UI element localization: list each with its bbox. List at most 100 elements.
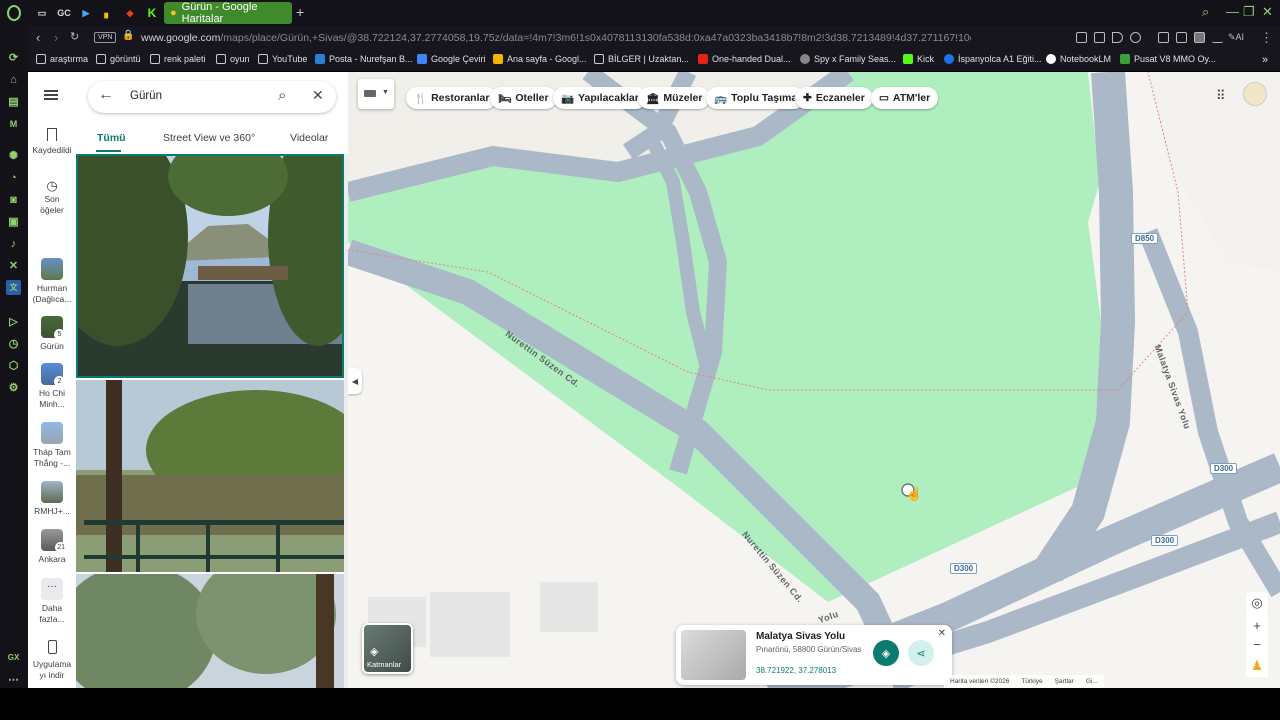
bookmark-item[interactable]: İspanyolca A1 Eğiti... — [944, 54, 1042, 64]
photo-thumbnail[interactable] — [76, 574, 344, 688]
ai-button[interactable]: ✎AI — [1228, 32, 1244, 43]
speed-dial-icon[interactable]: ⟳ — [6, 50, 21, 65]
chip-things-to-do[interactable]: 📷 Yapılacaklar — [553, 87, 647, 109]
menu-icon[interactable]: ⋮ — [1260, 30, 1273, 46]
gx-label[interactable]: GX — [6, 650, 21, 665]
search-icon[interactable]: ⌕ — [1202, 4, 1209, 20]
bookmark-item[interactable]: Ana sayfa - Googl... — [493, 54, 587, 64]
bookmark-item[interactable]: Google Çeviri — [417, 54, 486, 64]
tiktok-icon[interactable]: ♪ — [6, 236, 21, 251]
close-icon[interactable]: ✕ — [312, 87, 324, 104]
attribution-privacy[interactable]: Gi... — [1086, 678, 1098, 685]
opera-logo-icon[interactable] — [7, 5, 21, 21]
zoom-out-button[interactable]: − — [1246, 633, 1268, 655]
bookmark-item[interactable]: BİLGER | Uzaktan... — [594, 54, 689, 64]
url-field[interactable]: www.google.com/maps/place/Gürün,+Sivas/@… — [141, 32, 971, 44]
chip-atms[interactable]: ▭ ATM'ler — [871, 87, 939, 109]
discord-icon[interactable]: ◙ — [6, 192, 21, 207]
bookmark-item[interactable]: Kick — [903, 54, 934, 64]
play-store-icon[interactable]: ▶ — [78, 5, 94, 21]
chip-transit[interactable]: 🚌 Toplu Taşıma — [706, 87, 806, 109]
maximize-button[interactable]: ❐ — [1243, 4, 1255, 20]
player-toolbar-icon[interactable] — [1112, 32, 1123, 43]
extensions-icon[interactable]: ⬡ — [6, 358, 21, 373]
minimize-button[interactable]: — — [1226, 4, 1239, 19]
heart-icon[interactable] — [1130, 32, 1141, 43]
layers-button[interactable]: ◈ Katmanlar — [362, 623, 413, 674]
input-tools-button[interactable]: ▼ — [358, 79, 394, 109]
download-icon[interactable] — [1212, 32, 1223, 43]
chip-restaurants[interactable]: 🍴 Restoranlar — [406, 87, 498, 109]
bookmarks-overflow-icon[interactable]: » — [1262, 54, 1268, 66]
bookmark-icon[interactable] — [1076, 32, 1087, 43]
photo-thumbnail[interactable] — [76, 154, 344, 378]
recent-place-item[interactable]: 21 Ankara — [28, 529, 76, 565]
pegman-button[interactable]: ♟ — [1246, 655, 1268, 677]
place-card[interactable]: Malatya Sivas Yolu Pınarönü, 58800 Gürün… — [676, 625, 952, 685]
saved-button[interactable]: Kaydedildi — [28, 128, 76, 156]
bookmark-item[interactable]: Posta - Nurefşan B... — [315, 54, 413, 64]
history-icon[interactable]: ◷ — [6, 336, 21, 351]
map-canvas[interactable]: Nurettin Süzen Cd. Nurettin Süzen Cd. Ma… — [348, 72, 1280, 688]
chip-museums[interactable]: 🏛 Müzeler — [638, 87, 711, 109]
photo-thumbnail[interactable] — [76, 380, 344, 572]
bookmark-item[interactable]: Spy x Family Seas... — [800, 54, 896, 64]
snapshot-icon[interactable] — [1094, 32, 1105, 43]
close-card-button[interactable]: ✕ — [938, 628, 946, 639]
translate-icon[interactable]: 文 — [6, 280, 21, 295]
bookmark-item[interactable]: Pusat V8 MMO Oy... — [1120, 54, 1216, 64]
directions-button[interactable]: ◈ — [873, 640, 899, 666]
m-icon[interactable]: M — [6, 116, 21, 131]
bookmark-item[interactable]: görüntü — [96, 54, 141, 64]
yellow-icon[interactable]: ▖ — [100, 5, 116, 21]
chatgpt-icon[interactable]: ✺ — [6, 148, 21, 163]
search-icon[interactable]: ⌕ — [278, 87, 286, 104]
x-icon[interactable]: ✕ — [6, 258, 21, 273]
apps-grid-icon[interactable]: ⠿ — [1216, 88, 1226, 104]
tab-street-view[interactable]: Street View ve 360° — [163, 132, 255, 144]
wallet-icon[interactable]: ▤ — [6, 94, 21, 109]
attribution-country[interactable]: Türkiye — [1021, 678, 1042, 685]
page-icon[interactable] — [1158, 32, 1169, 43]
bookmark-item[interactable]: NotebookLM — [1046, 54, 1111, 64]
recent-place-item[interactable]: 2 Ho Chi Minh... — [28, 363, 76, 410]
forward-icon[interactable]: › — [54, 30, 58, 45]
recent-button[interactable]: ◷ Son öğeler — [28, 179, 76, 216]
attribution-terms[interactable]: Şartlar — [1055, 678, 1074, 685]
collapse-panel-button[interactable]: ◀ — [348, 368, 362, 394]
camera-icon[interactable] — [1194, 32, 1205, 43]
more-button[interactable]: ··· Daha fazla... — [28, 578, 76, 625]
hamburger-icon[interactable] — [44, 90, 58, 100]
recent-place-item[interactable]: RMHJ+... — [28, 481, 76, 517]
red-icon[interactable]: ◆ — [122, 5, 138, 21]
recent-place-item[interactable]: Hurman (Dağlıca... — [28, 258, 76, 305]
instagram-icon[interactable]: ▣ — [6, 214, 21, 229]
back-icon[interactable]: ‹ — [36, 30, 40, 45]
bookmark-item[interactable]: One-handed Dual... — [698, 54, 791, 64]
my-location-button[interactable]: ◎ — [1246, 592, 1268, 614]
player-icon[interactable]: ▷ — [6, 314, 21, 329]
get-app-button[interactable]: Uygulama yı indir — [28, 640, 76, 681]
avatar[interactable] — [1243, 82, 1267, 106]
share-button[interactable]: ⋖ — [908, 640, 934, 666]
gc-icon[interactable]: GC — [56, 5, 72, 21]
reload-icon[interactable]: ↻ — [70, 30, 79, 43]
bookmark-item[interactable]: oyun — [216, 54, 250, 64]
tab-videos[interactable]: Videolar — [290, 132, 328, 144]
bookmark-item[interactable]: araştırma — [36, 54, 88, 64]
new-tab-button[interactable]: + — [296, 4, 304, 20]
recent-place-item[interactable]: Tháp Tam Thắng -... — [28, 422, 76, 469]
bookmark-item[interactable]: YouTube — [258, 54, 307, 64]
more-icon[interactable]: ⋯ — [6, 672, 21, 687]
close-button[interactable]: ✕ — [1262, 4, 1273, 20]
chip-hotels[interactable]: 🛏 Oteller — [490, 87, 557, 109]
search-input[interactable]: Gürün — [130, 90, 162, 102]
chip-pharmacies[interactable]: ✚ Eczaneler — [795, 87, 873, 109]
bookmark-item[interactable]: renk paleti — [150, 54, 206, 64]
recent-place-item[interactable]: 5 Gürün — [28, 316, 76, 352]
whatsapp-icon[interactable]: ◔ — [6, 170, 21, 185]
back-arrow-icon[interactable]: ← — [98, 86, 114, 104]
tab-all[interactable]: Tümü — [97, 132, 126, 144]
tab-google-maps[interactable]: ● Gürün - Google Haritalar — [164, 1, 292, 25]
settings-icon[interactable]: ⚙ — [6, 380, 21, 395]
